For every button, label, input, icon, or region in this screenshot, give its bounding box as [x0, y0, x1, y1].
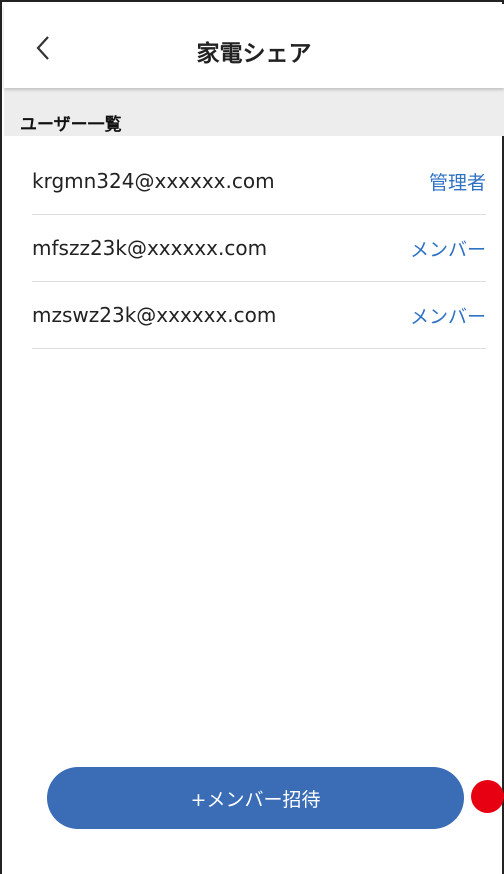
user-role[interactable]: 管理者	[429, 168, 486, 195]
user-email: krgmn324@xxxxxx.com	[32, 169, 275, 193]
user-list: krgmn324@xxxxxx.com 管理者 mfszz23k@xxxxxx.…	[32, 148, 486, 349]
user-role[interactable]: メンバー	[410, 302, 486, 329]
user-row[interactable]: krgmn324@xxxxxx.com 管理者	[32, 148, 486, 215]
user-row[interactable]: mfszz23k@xxxxxx.com メンバー	[32, 215, 486, 282]
user-email: mfszz23k@xxxxxx.com	[32, 236, 268, 260]
user-row[interactable]: mzswz23k@xxxxxx.com メンバー	[32, 282, 486, 349]
invite-member-button[interactable]: +メンバー招待	[47, 767, 464, 829]
app-frame: 家電シェア ユーザー一覧 krgmn324@xxxxxx.com 管理者 mfs…	[0, 0, 504, 874]
user-list-section-header: ユーザー一覧	[4, 88, 504, 136]
user-role[interactable]: メンバー	[410, 235, 486, 262]
callout-marker-line	[485, 793, 504, 799]
user-email: mzswz23k@xxxxxx.com	[32, 303, 277, 327]
page-title: 家電シェア	[196, 41, 312, 67]
section-label: ユーザー一覧	[20, 115, 122, 135]
header-bar: 家電シェア	[4, 4, 504, 88]
invite-member-label: +メンバー招待	[190, 788, 321, 811]
